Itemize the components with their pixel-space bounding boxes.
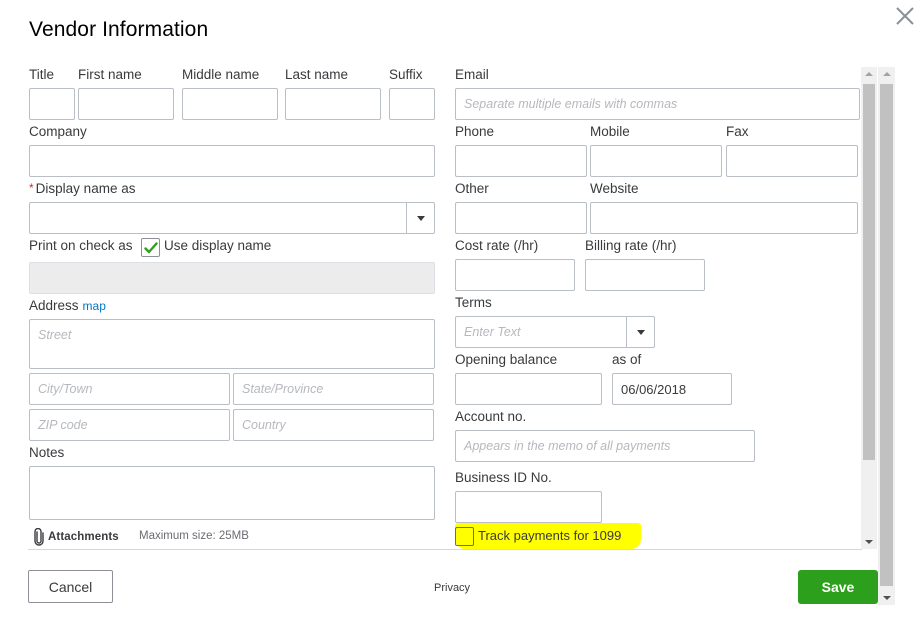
dialog-scrollbar-thumb[interactable] (880, 84, 893, 586)
country-placeholder: Country (242, 418, 286, 432)
required-marker: * (29, 181, 34, 195)
paperclip-icon (34, 528, 44, 546)
scroll-up-arrow-icon[interactable] (861, 67, 877, 81)
address-label-text: Address (29, 298, 79, 313)
terms-select[interactable]: Enter Text (455, 316, 655, 348)
scroll-up-arrow-icon[interactable] (878, 67, 895, 81)
cost-rate-input[interactable] (455, 259, 575, 291)
use-display-name-label: Use display name (164, 238, 272, 253)
print-on-check-label: Print on check as (29, 238, 133, 253)
billing-rate-input[interactable] (585, 259, 705, 291)
close-icon (896, 7, 914, 25)
max-size-text: Maximum size: 25MB (139, 530, 249, 542)
scroll-down-arrow-icon[interactable] (861, 535, 877, 549)
title-input[interactable] (29, 88, 75, 120)
last-name-input[interactable] (285, 88, 381, 120)
opening-balance-label: Opening balance (455, 352, 558, 367)
other-input[interactable] (455, 202, 587, 234)
street-input[interactable]: Street (29, 319, 435, 369)
attachments-label: Attachments (48, 531, 119, 543)
checkmark-icon (143, 241, 158, 253)
address-label: Address map (29, 298, 106, 313)
other-label: Other (455, 181, 489, 196)
mobile-input[interactable] (590, 145, 722, 177)
company-label: Company (29, 124, 87, 139)
display-name-label-text: Display name as (35, 181, 136, 196)
notes-label: Notes (29, 445, 65, 460)
city-input[interactable]: City/Town (29, 373, 230, 405)
billing-rate-label: Billing rate (/hr) (585, 238, 677, 253)
middle-name-label: Middle name (182, 67, 260, 82)
suffix-label: Suffix (389, 67, 423, 82)
website-label: Website (590, 181, 639, 196)
email-label: Email (455, 67, 489, 82)
email-placeholder: Separate multiple emails with commas (464, 97, 678, 111)
attachments-button[interactable]: Attachments (33, 528, 119, 546)
as-of-label: as of (612, 352, 642, 367)
track-1099-label: Track payments for 1099 (478, 528, 622, 543)
footer-divider (28, 549, 862, 550)
last-name-label: Last name (285, 67, 349, 82)
as-of-date-input[interactable]: 06/06/2018 (612, 373, 732, 405)
chevron-down-icon[interactable] (406, 203, 434, 233)
zip-placeholder: ZIP code (38, 418, 88, 432)
middle-name-input[interactable] (182, 88, 278, 120)
fax-input[interactable] (726, 145, 858, 177)
first-name-label: First name (78, 67, 142, 82)
form-scrollbar-thumb[interactable] (863, 84, 875, 460)
business-id-label: Business ID No. (455, 470, 552, 485)
terms-label: Terms (455, 295, 492, 310)
terms-placeholder: Enter Text (464, 325, 521, 339)
country-input[interactable]: Country (233, 409, 434, 441)
mobile-label: Mobile (590, 124, 630, 139)
dialog-title: Vendor Information (29, 18, 209, 41)
account-no-input[interactable]: Appears in the memo of all payments (455, 430, 755, 462)
zip-input[interactable]: ZIP code (29, 409, 230, 441)
opening-balance-input[interactable] (455, 373, 602, 405)
close-button[interactable] (894, 5, 916, 27)
state-placeholder: State/Province (242, 382, 324, 396)
city-placeholder: City/Town (38, 382, 93, 396)
form-scrollbar[interactable] (861, 67, 877, 549)
account-no-placeholder: Appears in the memo of all payments (464, 439, 671, 453)
first-name-input[interactable] (78, 88, 174, 120)
print-on-check-input[interactable] (29, 262, 435, 294)
business-id-input[interactable] (455, 491, 602, 523)
notes-input[interactable] (29, 466, 435, 520)
cost-rate-label: Cost rate (/hr) (455, 238, 539, 253)
cancel-button[interactable]: Cancel (28, 570, 113, 603)
map-link[interactable]: map (83, 299, 106, 313)
account-no-label: Account no. (455, 409, 527, 424)
website-input[interactable] (590, 202, 858, 234)
scroll-down-arrow-icon[interactable] (878, 591, 895, 605)
track-1099-checkbox[interactable] (455, 527, 474, 546)
fax-label: Fax (726, 124, 749, 139)
title-label: Title (29, 67, 55, 82)
save-button[interactable]: Save (798, 570, 878, 604)
display-name-select[interactable] (29, 202, 435, 234)
phone-label: Phone (455, 124, 495, 139)
state-input[interactable]: State/Province (233, 373, 434, 405)
chevron-down-icon[interactable] (626, 317, 654, 347)
suffix-input[interactable] (389, 88, 435, 120)
dialog-scrollbar[interactable] (878, 67, 895, 605)
privacy-link[interactable]: Privacy (434, 582, 470, 594)
use-display-name-checkbox[interactable] (141, 238, 160, 257)
phone-input[interactable] (455, 145, 587, 177)
street-placeholder: Street (38, 328, 72, 342)
email-input[interactable]: Separate multiple emails with commas (455, 88, 860, 120)
display-name-label: * Display name as (29, 181, 135, 196)
company-input[interactable] (29, 145, 435, 177)
